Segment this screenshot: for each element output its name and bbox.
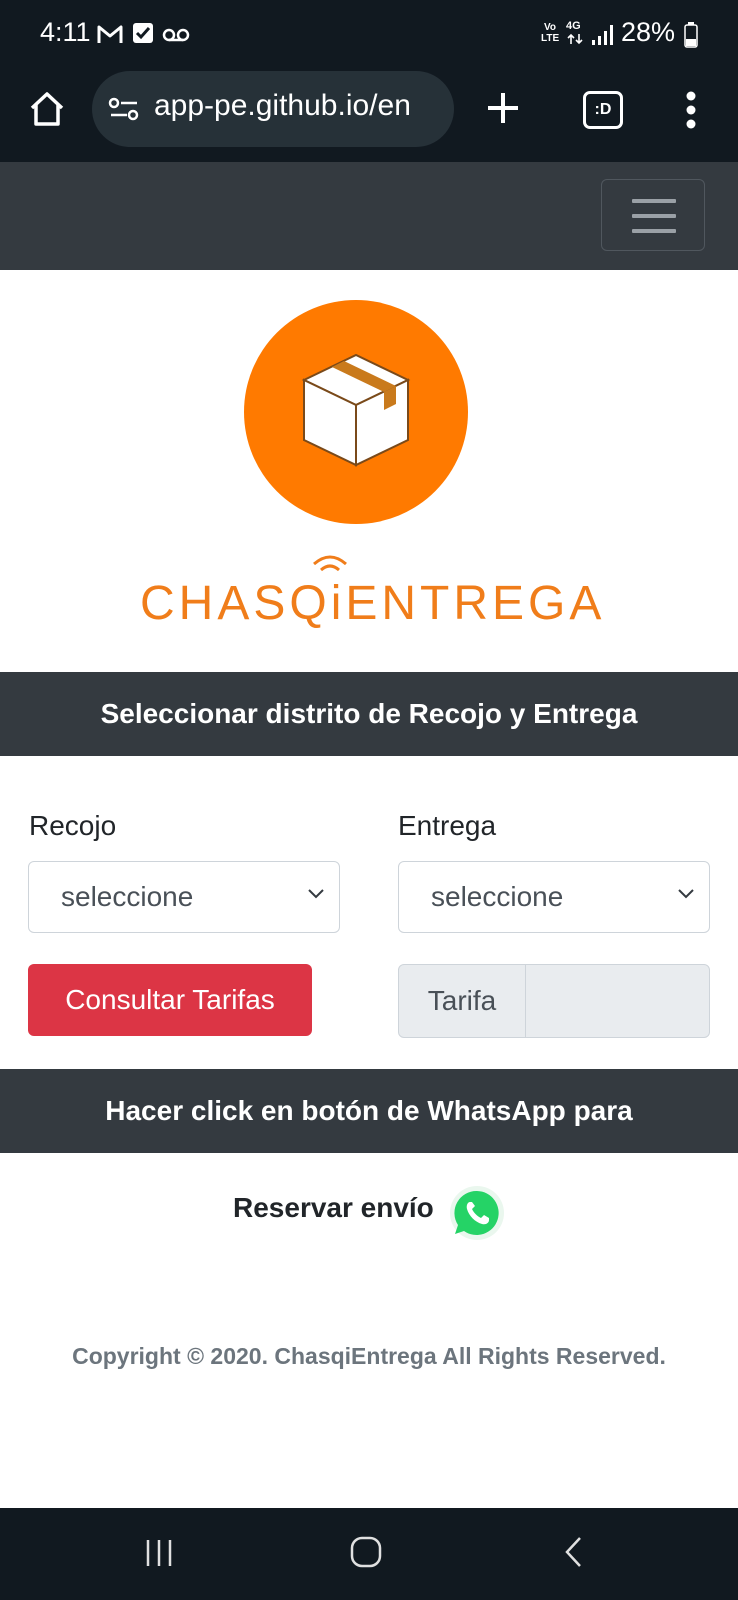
brand-name: CHASQiENTREGA [140, 577, 606, 630]
reservar-envio-label: Reservar envío [233, 1192, 434, 1223]
entrega-select[interactable]: seleccione [398, 861, 710, 933]
chevron-down-icon [678, 889, 694, 899]
4g-icon: 4G [566, 20, 581, 32]
hamburger-menu-button[interactable] [601, 179, 705, 251]
chevron-down-icon [308, 889, 324, 899]
copyright-text: Copyright © 2020. ChasqiEntrega All Righ… [72, 1343, 666, 1369]
entrega-select-value: seleccione [431, 881, 564, 912]
gmail-icon [97, 25, 123, 43]
more-menu-icon[interactable] [683, 90, 699, 130]
home-icon[interactable] [28, 90, 66, 128]
recojo-label: Recojo [29, 810, 117, 841]
status-time: 4:11 [40, 17, 91, 47]
tabs-icon[interactable]: :D [583, 91, 623, 129]
tarifa-input-group: Tarifa [398, 964, 710, 1038]
voicemail-icon [162, 28, 190, 42]
tarifa-label: Tarifa [399, 965, 526, 1037]
home-button-icon[interactable] [349, 1535, 383, 1569]
consultar-tarifas-button[interactable]: Consultar Tarifas [28, 964, 312, 1036]
recent-apps-icon[interactable] [144, 1538, 174, 1568]
recojo-select-value: seleccione [61, 881, 194, 912]
entrega-label: Entrega [398, 810, 497, 841]
site-settings-icon[interactable] [108, 96, 140, 122]
whatsapp-icon[interactable] [449, 1185, 505, 1241]
recojo-select[interactable]: seleccione [28, 861, 340, 933]
back-icon[interactable] [562, 1535, 584, 1569]
new-tab-plus-icon[interactable] [486, 91, 520, 125]
url-text[interactable]: app-pe.github.io/en [154, 89, 450, 123]
battery-icon [684, 22, 698, 48]
signal-icon [592, 25, 613, 45]
section-title-select-district: Seleccionar distrito de Recojo y Entrega [0, 672, 738, 756]
data-arrows-icon [567, 33, 583, 45]
checkbox-notification-icon [133, 23, 153, 43]
signal-waves-icon [313, 555, 347, 572]
volte-icon: Vo LTE [541, 22, 560, 44]
box-logo-icon [244, 300, 468, 524]
battery-percentage: 28% [621, 17, 676, 47]
tarifa-field[interactable] [526, 965, 709, 1037]
section-title-whatsapp: Hacer click en botón de WhatsApp para [0, 1069, 738, 1153]
